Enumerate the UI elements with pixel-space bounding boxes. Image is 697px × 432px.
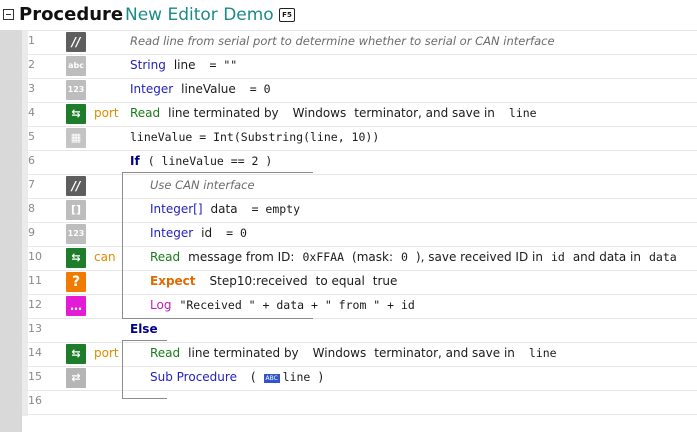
line-number: 15 [28,370,42,383]
interface-tag: port [94,106,119,120]
integer-variable-icon: 123 [66,224,86,244]
static-text: line terminated by [168,106,279,120]
line-number: 16 [28,394,42,407]
interface-tag: can [94,250,116,264]
code-line-5[interactable]: 5 ▦ lineValue = Int(Substring(line, 10)) [22,126,697,151]
array-variable-icon: [] [66,200,86,220]
mask-value[interactable]: 0 [401,250,408,264]
expression[interactable]: lineValue = Int(Substring(line, 10)) [130,130,379,144]
line-number: 3 [28,82,35,95]
if-statement[interactable]: If ( lineValue == 2 ) [130,154,272,168]
statement[interactable]: Integer lineValue = 0 [130,82,271,96]
line-number: 4 [28,106,35,119]
condition[interactable]: ( lineValue == 2 ) [148,154,273,168]
line-number: 9 [28,226,35,239]
variable-name[interactable]: lineValue [181,82,236,96]
if-block-bracket [122,172,313,319]
code-line-4[interactable]: 4 ⇆ port Read line terminated by Windows te… [22,102,697,127]
statement[interactable]: String line = "" [130,58,237,72]
target-variable[interactable]: line [529,346,557,360]
static-text: and data in [572,250,641,264]
string-variable-icon: abc [66,56,86,76]
collapse-toggle-icon[interactable] [3,9,14,20]
procedure-keyword: Procedure [19,4,124,25]
initial-value[interactable]: = 0 [250,82,271,96]
comparator[interactable]: to equal [316,274,365,288]
f5-key-badge: F5 [279,8,295,22]
else-block-bracket [122,340,167,399]
editor-gutter [0,30,22,432]
line-number: 7 [28,178,35,191]
serial-port-icon: ⇆ [66,104,86,124]
static-text: ), save received ID in [415,250,543,264]
if-keyword: If [130,154,140,168]
statement[interactable]: Sub Procedure(ABC line) [150,370,323,384]
line-number: 1 [28,34,35,47]
type-keyword: String [130,58,166,72]
sub-procedure-icon: ⇄ [66,368,86,388]
comment-text[interactable]: Read line from serial port to determine … [130,34,555,48]
close-paren: ) [318,370,324,384]
comment-icon: // [66,32,86,52]
id-variable[interactable]: id [551,250,565,264]
procedure-title-bar: Procedure New Editor Demo F5 [0,0,697,31]
can-bus-icon: ⇆ [66,248,86,268]
code-line-1[interactable]: 1 // Read line from serial port to deter… [22,30,697,55]
line-number: 8 [28,202,35,215]
argument[interactable]: line [283,370,311,384]
ellipsis-icon: … [66,296,86,316]
code-line-2[interactable]: 2 abc String line = "" [22,54,697,79]
line-number: 10 [28,250,42,263]
calculator-icon: ▦ [66,128,86,148]
expected-value[interactable]: true [373,274,398,288]
terminator-dropdown[interactable]: Windows [313,346,367,360]
integer-variable-icon: 123 [66,80,86,100]
line-number: 12 [28,298,42,311]
line-number: 2 [28,58,35,71]
static-text: terminator, and save in [374,346,515,360]
variable-name[interactable]: line [174,58,196,72]
string-type-chip: ABC [263,374,280,383]
data-variable[interactable]: data [649,250,677,264]
comment-icon: // [66,176,86,196]
initial-value[interactable]: = "" [209,58,237,72]
serial-port-icon: ⇆ [66,344,86,364]
interface-tag: port [94,346,119,360]
read-keyword: Read [130,106,161,120]
procedure-name[interactable]: New Editor Demo [125,5,274,25]
statement[interactable]: Read line terminated by Windows terminator,… [130,106,537,120]
line-number: 6 [28,154,35,167]
question-mark-icon: ? [66,272,86,292]
line-number: 5 [28,130,35,143]
line-number: 13 [28,322,42,335]
static-text: (mask: [352,250,393,264]
static-text: line terminated by [188,346,299,360]
type-keyword: Integer [130,82,174,96]
else-keyword[interactable]: Else [130,322,158,336]
statement[interactable]: Read line terminated by Windows terminator,… [150,346,557,360]
open-paren: ( [250,370,256,384]
line-number: 14 [28,346,42,359]
static-text: terminator, and save in [354,106,495,120]
target-variable[interactable]: line [509,106,537,120]
line-number: 11 [28,274,42,287]
terminator-dropdown[interactable]: Windows [293,106,347,120]
code-line-3[interactable]: 3 123 Integer lineValue = 0 [22,78,697,103]
